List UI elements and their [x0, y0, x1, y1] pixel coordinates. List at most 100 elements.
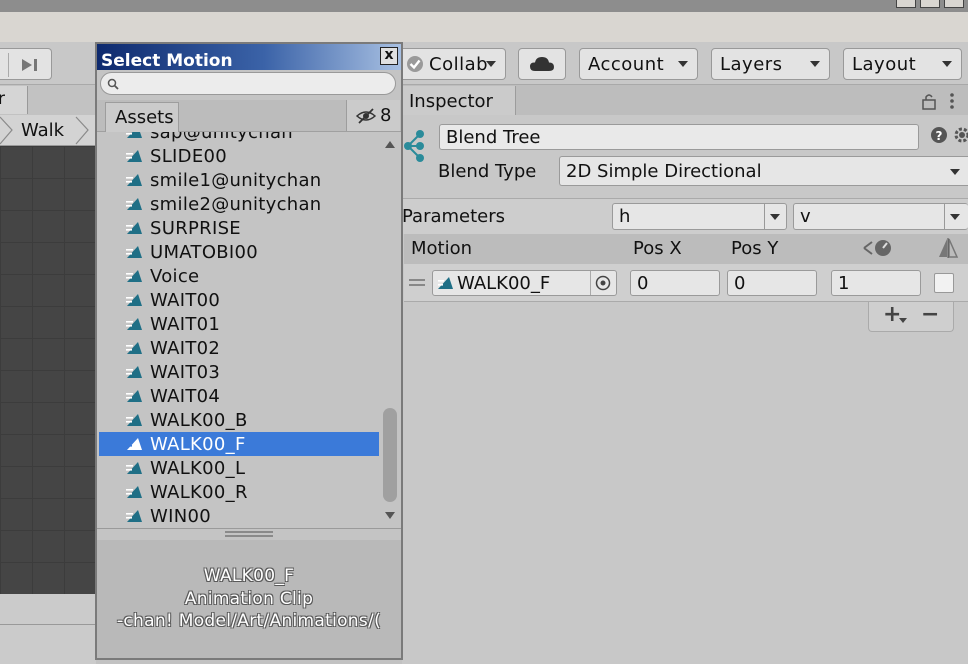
pos-y-input[interactable]: 0: [727, 270, 817, 296]
animation-clip-icon: [438, 277, 453, 289]
list-item-label: WALK00_B: [150, 409, 248, 431]
chevron-down-icon: [810, 61, 820, 67]
list-item-label: smile1@unitychan: [150, 169, 322, 191]
mirror-checkbox[interactable]: [934, 273, 954, 293]
gear-icon[interactable]: [952, 125, 968, 145]
dialog-title: Select Motion: [101, 51, 233, 71]
close-window-button[interactable]: [944, 0, 964, 8]
list-item[interactable]: smile1@unitychan: [99, 168, 379, 192]
drag-handle-icon[interactable]: [409, 278, 425, 288]
cloud-button[interactable]: [518, 48, 566, 80]
list-item[interactable]: SLIDE00: [99, 144, 379, 168]
blend-tree-name-input[interactable]: Blend Tree: [439, 124, 919, 150]
collab-label: Collab: [429, 53, 489, 75]
parameter-x-dropdown[interactable]: h: [612, 203, 787, 230]
list-item[interactable]: WALK00_B: [99, 408, 379, 432]
help-icon[interactable]: ?: [930, 126, 948, 144]
list-item[interactable]: WALK00_F: [99, 432, 379, 456]
kebab-menu-icon[interactable]: [947, 92, 957, 110]
animation-clip-icon: [126, 510, 142, 522]
animation-clip-icon: [126, 198, 142, 210]
preview-type: Animation Clip: [184, 589, 314, 609]
animation-clip-icon: [126, 486, 142, 498]
account-dropdown[interactable]: Account: [579, 48, 698, 80]
animation-clip-icon: [126, 222, 142, 234]
list-item[interactable]: WALK00_L: [99, 456, 379, 480]
list-item-label: WIN00: [150, 505, 211, 527]
list-item-label: smile2@unitychan: [150, 193, 322, 215]
pos-x-input[interactable]: 0: [630, 270, 720, 296]
blend-type-dropdown[interactable]: 2D Simple Directional: [559, 156, 968, 186]
collab-button[interactable]: Collab: [403, 48, 506, 80]
list-item[interactable]: smile2@unitychan: [99, 192, 379, 216]
minimize-button[interactable]: [896, 0, 916, 8]
motion-object-field[interactable]: WALK00_F: [432, 270, 617, 296]
pos-x-column-header: Pos X: [633, 238, 682, 259]
list-item-label: SLIDE00: [150, 145, 228, 167]
tab-assets[interactable]: Assets: [105, 102, 179, 132]
layers-dropdown[interactable]: Layers: [711, 48, 830, 80]
preview-name: WALK00_F: [203, 566, 295, 586]
hidden-packages-toggle[interactable]: 8: [346, 100, 400, 131]
list-item[interactable]: WAIT02: [99, 336, 379, 360]
blend-type-label: Blend Type: [438, 161, 537, 182]
list-item-label: sap@unitychan: [150, 132, 294, 143]
list-item[interactable]: UMATOBI00: [99, 240, 379, 264]
animation-clip-icon: [126, 318, 142, 330]
animation-clip-icon: [126, 438, 142, 450]
step-button[interactable]: [0, 48, 52, 80]
animation-clip-icon: [126, 270, 142, 282]
speed-input[interactable]: 1: [831, 270, 921, 296]
animation-clip-icon: [126, 366, 142, 378]
preview-splitter[interactable]: [97, 528, 401, 540]
animator-graph-grid[interactable]: [0, 146, 96, 594]
breadcrumb-walk[interactable]: Walk: [21, 120, 64, 141]
search-input[interactable]: [100, 72, 396, 95]
svg-text:?: ?: [936, 129, 943, 143]
animation-clip-icon: [126, 174, 142, 186]
list-item[interactable]: WAIT03: [99, 360, 379, 384]
search-icon: [107, 78, 119, 90]
parameter-y-value: v: [800, 206, 811, 227]
layout-dropdown[interactable]: Layout: [843, 48, 962, 80]
animation-clip-icon: [126, 462, 142, 474]
list-item[interactable]: SURPRISE: [99, 216, 379, 240]
chevron-down-icon: [678, 61, 688, 67]
chevron-down-icon: [950, 169, 960, 175]
blend-tree-name-value: Blend Tree: [446, 126, 541, 148]
object-picker-icon[interactable]: [595, 275, 611, 291]
list-item-label: UMATOBI00: [150, 241, 259, 263]
scrollbar-thumb[interactable]: [383, 408, 397, 502]
list-item[interactable]: WAIT01: [99, 312, 379, 336]
chevron-down-icon: [942, 61, 952, 67]
list-item[interactable]: WAIT04: [99, 384, 379, 408]
dialog-close-button[interactable]: x: [380, 47, 398, 65]
window-top-strip: [0, 0, 968, 12]
list-item[interactable]: sap@unitychan: [99, 132, 379, 144]
preview-path: -chan! Model/Art/Animations/(: [116, 611, 382, 631]
motion-list[interactable]: sap@unitychan SLIDE00 smile1@unitychan smil…: [99, 132, 379, 528]
add-remove-footer: + −: [868, 302, 954, 332]
list-item-label: WALK00_L: [150, 457, 246, 479]
maximize-button[interactable]: [920, 0, 940, 8]
animation-clip-icon: [126, 342, 142, 354]
inspector-tab[interactable]: Inspector: [402, 86, 516, 115]
inspector-tab-label: Inspector: [409, 91, 493, 112]
parameter-y-dropdown[interactable]: v: [793, 203, 968, 230]
speed-value: 1: [838, 272, 850, 294]
window-title-bar: [0, 12, 968, 42]
lock-icon[interactable]: [921, 92, 937, 110]
list-item[interactable]: WAIT00: [99, 288, 379, 312]
tab-assets-label: Assets: [115, 107, 174, 128]
list-item-label: WAIT04: [150, 385, 221, 407]
list-item[interactable]: WIN00: [99, 504, 379, 528]
blend-tree-icon: [404, 130, 424, 162]
list-item-label: SURPRISE: [150, 217, 241, 239]
list-item[interactable]: Voice: [99, 264, 379, 288]
remove-motion-button[interactable]: −: [921, 302, 939, 327]
list-item[interactable]: WALK00_R: [99, 480, 379, 504]
animator-tab[interactable]: r: [0, 86, 28, 114]
chevron-down-icon: [770, 214, 780, 220]
account-label: Account: [588, 53, 665, 75]
motion-value: WALK00_F: [457, 272, 551, 294]
